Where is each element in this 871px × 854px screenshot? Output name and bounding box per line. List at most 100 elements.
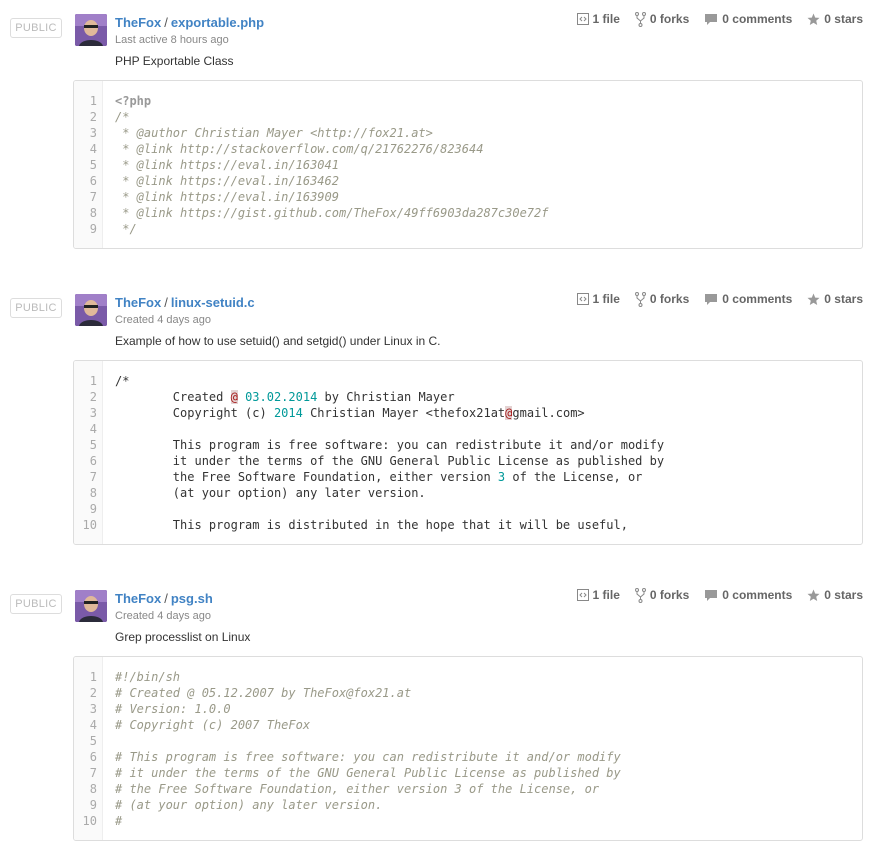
avatar[interactable] [75, 590, 107, 622]
filename-link[interactable]: exportable.php [171, 15, 264, 30]
code-preview[interactable]: 1/* 2 Created @ 03.02.2014 by Christian M… [73, 360, 863, 545]
public-badge: PUBLIC [10, 18, 62, 38]
gist-title: TheFox / linux-setuid.c [115, 294, 255, 312]
code-token: */ [115, 222, 137, 236]
line-number: 7 [89, 766, 97, 780]
line-number: 6 [89, 454, 97, 468]
gist-description: Example of how to use setuid() and setgi… [115, 334, 441, 348]
avatar[interactable] [75, 14, 107, 46]
line-number: 5 [89, 734, 97, 748]
line-number: 7 [89, 190, 97, 204]
owner-link[interactable]: TheFox [115, 591, 161, 606]
line-number: 6 [89, 174, 97, 188]
stars-count-link[interactable]: 0 stars [807, 290, 863, 308]
comments-count: 0 comments [722, 292, 793, 306]
code-token: gmail.com> [512, 406, 585, 420]
comments-count-link[interactable]: 0 comments [704, 10, 792, 28]
code-token: * @link https://eval.in/163909 [115, 190, 339, 204]
comments-count-link[interactable]: 0 comments [704, 290, 792, 308]
avatar[interactable] [75, 294, 107, 326]
stars-count-link[interactable]: 0 stars [807, 10, 863, 28]
line-number: 2 [89, 110, 97, 124]
code-token: Created [115, 390, 231, 404]
line-code: the Free Software Foundation, either ver… [97, 469, 643, 485]
comment-icon [705, 13, 718, 25]
line-code: # Created @ 05.12.2007 by TheFox@fox21.a… [97, 685, 411, 701]
line-number: 8 [89, 206, 97, 220]
gist-timestamp: Created 4 days ago [115, 610, 212, 622]
code-preview[interactable]: 1 #!/bin/sh 2 # Created @ 05.12.2007 by The… [73, 656, 863, 841]
code-line: 10 This program is distributed in the ho… [74, 517, 862, 533]
code-token: This program is free software: you can r… [115, 438, 665, 452]
code-file-icon [576, 13, 589, 25]
file-count-link[interactable]: 1 file [576, 290, 620, 308]
code-preview[interactable]: 1 <?php 2 /* 3 * @author Christian Mayer <ht… [73, 80, 863, 249]
code-token: This program is distributed in the hope … [115, 518, 628, 532]
forks-count-link[interactable]: 0 forks [634, 586, 689, 604]
line-number: 9 [89, 502, 97, 516]
code-lines: 1/* 2 Created @ 03.02.2014 by Christian M… [74, 373, 862, 533]
line-code: /* [97, 373, 129, 389]
code-line: 5 This program is free software: you can… [74, 437, 862, 453]
code-token: /* [115, 110, 130, 124]
code-line: 1 <?php [74, 93, 862, 109]
code-token: # (at your option) any later version. [115, 798, 383, 812]
code-line: 7 * @link https://eval.in/163909 [74, 189, 862, 205]
gist-description: PHP Exportable Class [115, 54, 234, 68]
code-line: 4 * @link http://stackoverflow.com/q/217… [74, 141, 862, 157]
gist-timestamp: Created 4 days ago [115, 314, 212, 326]
line-number: 2 [89, 686, 97, 700]
code-file-icon [576, 293, 589, 305]
filename-link[interactable]: linux-setuid.c [171, 295, 255, 310]
code-token: by Christian Mayer [317, 390, 455, 404]
line-code: # (at your option) any later version. [97, 797, 382, 813]
line-code: This program is free software: you can r… [97, 437, 664, 453]
line-code: it under the terms of the GNU General Pu… [97, 453, 664, 469]
code-token: 2014 [273, 406, 303, 420]
file-count-link[interactable]: 1 file [576, 586, 620, 604]
code-lines: 1 #!/bin/sh 2 # Created @ 05.12.2007 by The… [74, 669, 862, 829]
line-number: 6 [89, 750, 97, 764]
code-token: it under the terms of the GNU General Pu… [115, 454, 665, 468]
public-badge: PUBLIC [10, 594, 62, 614]
code-token: (at your option) any later version. [115, 486, 426, 500]
owner-link[interactable]: TheFox [115, 15, 161, 30]
code-line: 2 Created @ 03.02.2014 by Christian Maye… [74, 389, 862, 405]
code-token: <?php [115, 94, 152, 108]
line-code: # [97, 813, 122, 829]
code-line: 8 # the Free Software Foundation, either … [74, 781, 862, 797]
forks-count-link[interactable]: 0 forks [634, 290, 689, 308]
code-line: 7 # it under the terms of the GNU General… [74, 765, 862, 781]
code-token: 03.02.2014 [245, 390, 318, 404]
code-token: * @link https://eval.in/163462 [115, 174, 339, 188]
code-line: 9 # (at your option) any later version. [74, 797, 862, 813]
code-line: 3 * @author Christian Mayer <http://fox2… [74, 125, 862, 141]
star-icon [807, 589, 820, 601]
code-line: 8 * @link https://gist.github.com/TheFox… [74, 205, 862, 221]
code-line: 2 /* [74, 109, 862, 125]
stars-count-link[interactable]: 0 stars [807, 586, 863, 604]
code-token: # it under the terms of the GNU General … [115, 766, 621, 780]
star-icon [807, 13, 820, 25]
line-number: 9 [89, 222, 97, 236]
code-line: 5 * @link https://eval.in/163041 [74, 157, 862, 173]
line-number: 7 [89, 470, 97, 484]
star-icon [807, 293, 820, 305]
title-separator: / [164, 15, 168, 30]
forks-count-link[interactable]: 0 forks [634, 10, 689, 28]
line-code: * @author Christian Mayer <http://fox21.… [97, 125, 433, 141]
fork-icon [634, 291, 646, 307]
code-line: 4 # Copyright (c) 2007 TheFox [74, 717, 862, 733]
line-code: Copyright (c) 2014 Christian Mayer <thef… [97, 405, 585, 421]
owner-link[interactable]: TheFox [115, 295, 161, 310]
comments-count-link[interactable]: 0 comments [704, 586, 792, 604]
filename-link[interactable]: psg.sh [171, 591, 213, 606]
file-count-link[interactable]: 1 file [576, 10, 620, 28]
line-number: 1 [89, 670, 97, 684]
code-token: # Copyright (c) 2007 TheFox [115, 718, 311, 732]
stars-count: 0 stars [824, 12, 863, 26]
gist-counts: 1 file 0 forks 0 comments 0 stars [562, 586, 863, 604]
